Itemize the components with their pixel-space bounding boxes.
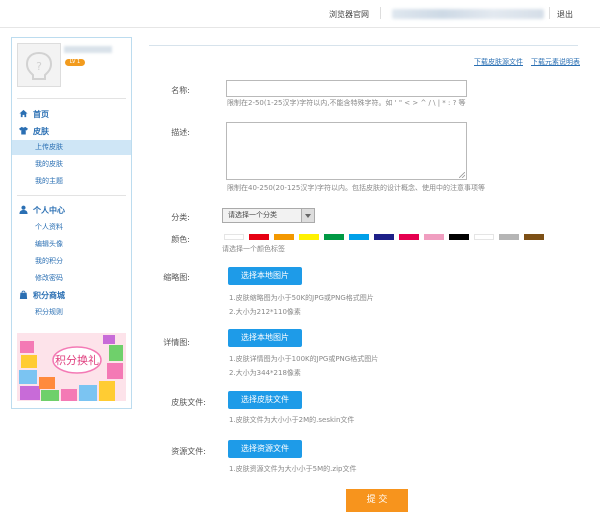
sidebar-item-profile[interactable]: 个人资料 (12, 220, 131, 235)
sidebar-item-my-skins[interactable]: 我的皮肤 (12, 157, 131, 172)
svg-text:?: ? (36, 60, 42, 73)
category-select[interactable]: 请选择一个分类 (222, 208, 315, 223)
sidebar-item-my-themes[interactable]: 我的主题 (12, 174, 131, 189)
sidebar-section-mall[interactable]: 积分商城 (19, 289, 65, 303)
resource-file-hint: 1.皮肤资源文件为大小小于5M的.zip文件 (229, 465, 357, 473)
sidebar: ? LV 1 首页 皮肤 上传皮肤 我的皮肤 我的主题 个人中心 个人资料 编辑… (11, 37, 132, 409)
color-swatch-green[interactable] (324, 234, 344, 240)
select-resource-file-button[interactable]: 选择资源文件 (228, 440, 302, 458)
resource-file-label: 资源文件: (171, 447, 206, 456)
download-manual-link[interactable]: 下载元素说明表 (531, 57, 580, 67)
select-detail-image-button[interactable]: 选择本地图片 (228, 329, 302, 347)
color-swatch-white-2[interactable] (474, 234, 494, 240)
detail-hint-1: 1.皮肤详情图为小于100K的JPG或PNG格式图片 (229, 355, 379, 363)
color-swatch-white[interactable] (224, 234, 244, 240)
name-input[interactable] (226, 80, 467, 97)
thumbnail-label: 缩略图: (163, 273, 190, 282)
sidebar-section-label: 积分商城 (33, 291, 65, 300)
avatar-placeholder-icon: ? (25, 51, 53, 80)
user-icon (19, 205, 28, 214)
sidebar-section-home[interactable]: 首页 (19, 108, 49, 122)
download-source-link[interactable]: 下载皮肤源文件 (474, 57, 523, 67)
gift-boxes-illustration: 积分换礼 (17, 333, 126, 401)
gift-banner-text: 积分换礼 (55, 353, 99, 367)
color-swatch-black[interactable] (449, 234, 469, 240)
username-blurred (392, 9, 544, 19)
category-label: 分类: (171, 213, 190, 222)
select-skin-file-button[interactable]: 选择皮肤文件 (228, 391, 302, 409)
color-swatch-blue[interactable] (374, 234, 394, 240)
sidebar-section-label: 个人中心 (33, 206, 65, 215)
color-swatch-gray[interactable] (499, 234, 519, 240)
level-badge: LV 1 (65, 59, 85, 66)
color-swatch-magenta[interactable] (399, 234, 419, 240)
divider (380, 7, 381, 19)
home-icon (19, 109, 28, 118)
sidebar-section-label: 首页 (33, 110, 49, 119)
name-label: 名称: (171, 86, 190, 95)
shopping-bag-icon (19, 290, 28, 299)
top-bar: 浏览器官网 退出 (0, 0, 600, 28)
sidebar-section-skin[interactable]: 皮肤 (19, 125, 49, 139)
sidebar-item-edit-avatar[interactable]: 编辑头像 (12, 237, 131, 252)
submit-button[interactable]: 提 交 (346, 489, 408, 512)
shirt-icon (19, 126, 28, 135)
color-label: 颜色: (171, 235, 190, 244)
thumbnail-hint-2: 2.大小为212*110像素 (229, 308, 301, 316)
browser-home-link[interactable]: 浏览器官网 (329, 9, 369, 20)
sidebar-section-label: 皮肤 (33, 127, 49, 136)
color-swatch-cyan[interactable] (349, 234, 369, 240)
resize-grip-icon[interactable] (459, 172, 465, 178)
username-blurred (64, 46, 112, 53)
skin-file-hint: 1.皮肤文件为大小小于2M的.seskin文件 (229, 416, 355, 424)
form-divider (149, 45, 578, 46)
color-swatch-orange[interactable] (274, 234, 294, 240)
sidebar-item-my-points[interactable]: 我的积分 (12, 254, 131, 269)
sidebar-item-upload-skin[interactable]: 上传皮肤 (12, 140, 131, 155)
detail-image-label: 详情图: (163, 338, 190, 347)
divider (17, 195, 126, 196)
color-swatch-brown[interactable] (524, 234, 544, 240)
points-gift-banner[interactable]: 积分换礼 (17, 333, 126, 401)
detail-hint-2: 2.大小为344*218像素 (229, 369, 301, 377)
skin-file-label: 皮肤文件: (171, 398, 206, 407)
thumbnail-hint-1: 1.皮肤缩略图为小于50K的JPG或PNG格式图片 (229, 294, 374, 302)
name-hint: 限制在2-50(1-25汉字)字符以内,不能含特殊字符。如 ' " < > ^ … (227, 99, 466, 107)
chevron-down-icon[interactable] (301, 209, 314, 222)
logout-link[interactable]: 退出 (557, 9, 573, 20)
color-swatch-pink[interactable] (424, 234, 444, 240)
description-label: 描述: (171, 128, 190, 137)
color-hint: 请选择一个颜色标签 (222, 245, 285, 253)
divider (549, 7, 550, 19)
sidebar-section-personal[interactable]: 个人中心 (19, 204, 65, 218)
category-selected-value: 请选择一个分类 (228, 211, 277, 219)
description-textarea[interactable] (226, 122, 467, 180)
select-thumbnail-button[interactable]: 选择本地图片 (228, 267, 302, 285)
sidebar-item-change-password[interactable]: 修改密码 (12, 271, 131, 286)
description-hint: 限制在40-250(20-125汉字)字符以内。包括皮肤的设计概念、使用中的注意… (227, 184, 486, 192)
color-swatch-yellow[interactable] (299, 234, 319, 240)
divider (17, 98, 126, 99)
sidebar-item-points-rules[interactable]: 积分规则 (12, 305, 131, 320)
color-swatch-red[interactable] (249, 234, 269, 240)
avatar[interactable]: ? (17, 43, 61, 87)
